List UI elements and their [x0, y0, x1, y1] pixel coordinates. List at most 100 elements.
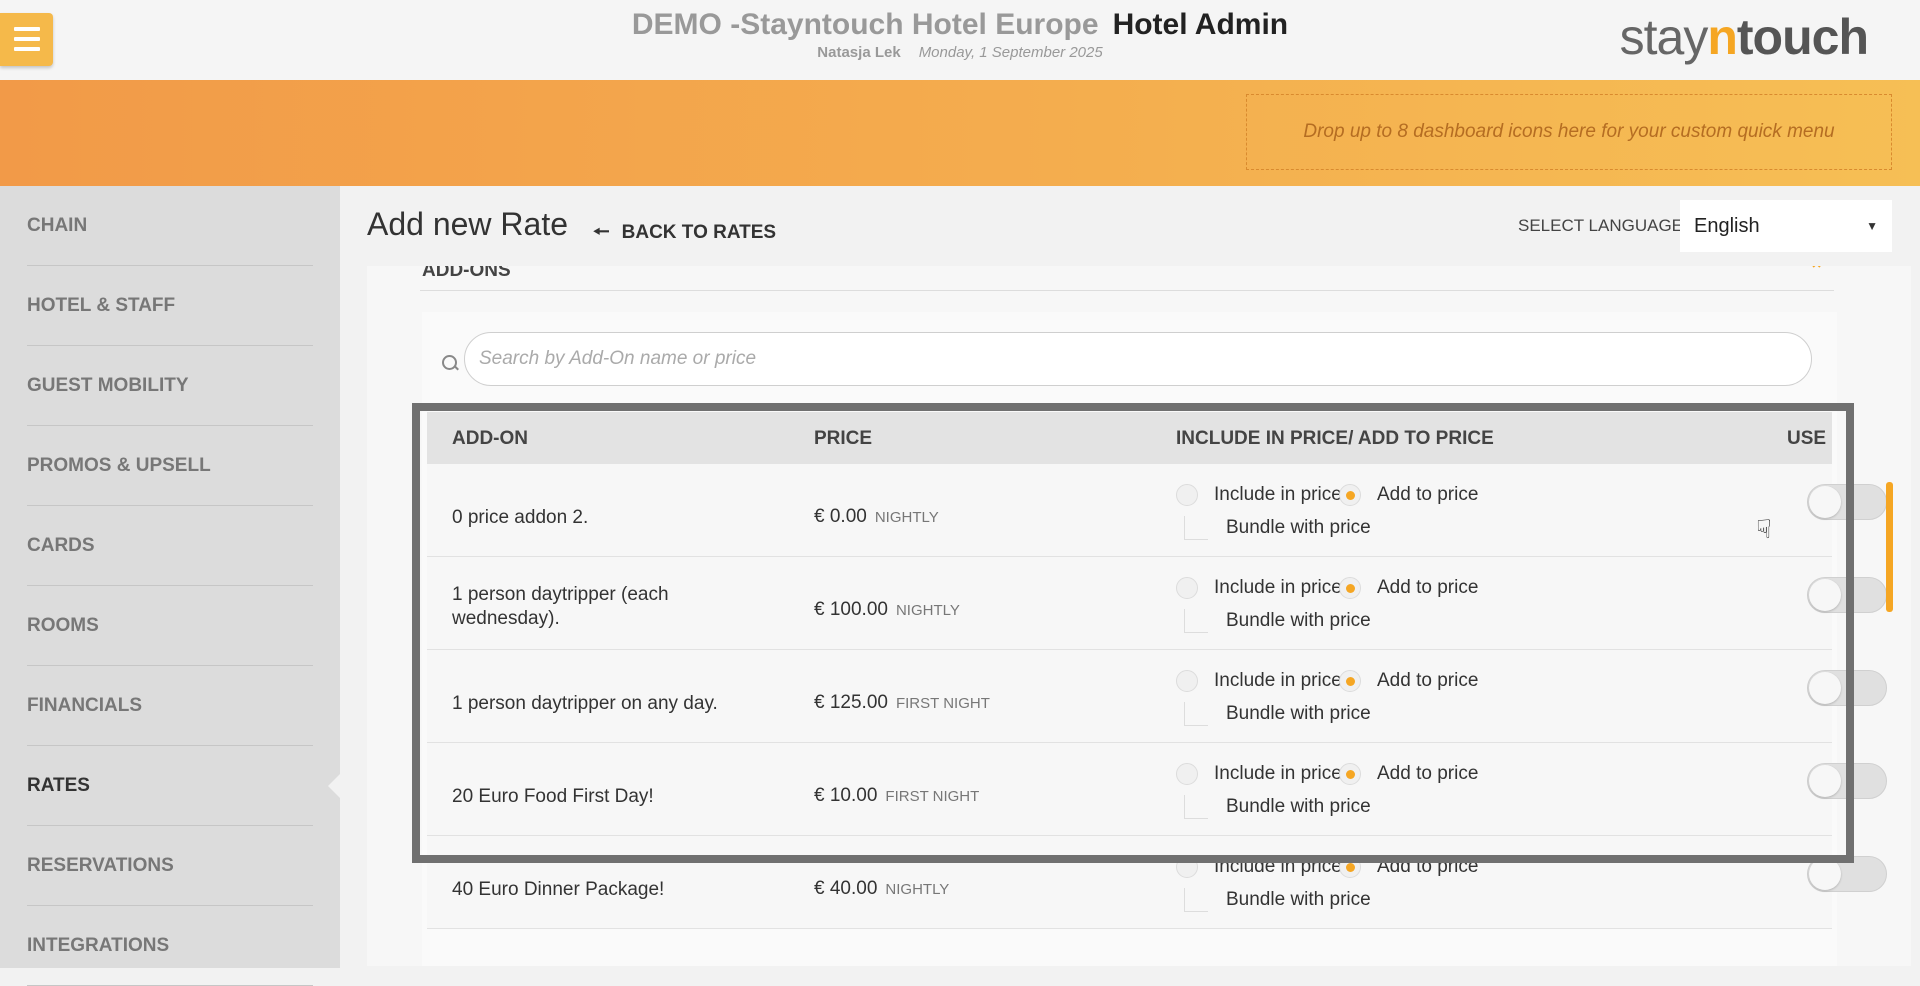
table-row: 40 Euro Dinner Package! € 40.00 NIGHTLY I…	[427, 836, 1887, 929]
addon-frequency: NIGHTLY	[895, 602, 960, 619]
bundle-with-price-checkbox[interactable]: Bundle with price	[1184, 609, 1371, 633]
scrollbar-thumb[interactable]	[1886, 482, 1893, 612]
checkbox-icon	[1184, 516, 1208, 540]
hotel-name: DEMO -Stayntouch Hotel Europe	[631, 8, 1099, 41]
use-toggle[interactable]	[1807, 484, 1887, 520]
column-header-include: INCLUDE IN PRICE/ ADD TO PRICE	[1176, 428, 1494, 449]
include-in-price-radio[interactable]: Include in price	[1176, 856, 1342, 878]
table-row: 0 price addon 2. € 0.00 NIGHTLY Include i…	[427, 464, 1887, 557]
sidebar-item-cards[interactable]: CARDS	[27, 506, 313, 586]
current-date: Monday, 1 September 2025	[918, 44, 1103, 61]
sidebar-item-chain[interactable]: CHAIN	[27, 186, 313, 266]
add-to-price-radio[interactable]: Add to price	[1339, 670, 1478, 692]
top-header: DEMO -Stayntouch Hotel Europe Hotel Admin…	[0, 0, 1920, 80]
toggle-knob	[1809, 765, 1841, 797]
addon-price: € 100.00 NIGHTLY	[814, 599, 960, 620]
add-to-price-radio[interactable]: Add to price	[1339, 577, 1478, 599]
sidebar-item-guest-mobility[interactable]: GUEST MOBILITY	[27, 346, 313, 426]
addon-price: € 125.00 FIRST NIGHT	[814, 692, 990, 713]
include-in-price-radio[interactable]: Include in price	[1176, 577, 1342, 599]
addon-name: 40 Euro Dinner Package!	[452, 879, 665, 900]
addon-name: 1 person daytripper on any day.	[452, 693, 718, 714]
include-in-price-radio[interactable]: Include in price	[1176, 670, 1342, 692]
bundle-with-price-checkbox[interactable]: Bundle with price	[1184, 516, 1371, 540]
radio-selected-icon	[1339, 856, 1361, 878]
quick-menu-dropzone[interactable]: Drop up to 8 dashboard icons here for yo…	[1246, 94, 1892, 170]
checkbox-icon	[1184, 888, 1208, 912]
addon-frequency: NIGHTLY	[874, 509, 939, 526]
arrow-left-icon: 🠔	[593, 222, 610, 243]
radio-icon	[1176, 577, 1198, 599]
sidebar-nav: CHAIN HOTEL & STAFF GUEST MOBILITY PROMO…	[0, 186, 340, 986]
radio-icon	[1176, 763, 1198, 785]
addon-price: € 0.00 NIGHTLY	[814, 506, 939, 527]
sidebar-item-financials[interactable]: FINANCIALS	[27, 666, 313, 746]
radio-selected-icon	[1339, 484, 1361, 506]
radio-icon	[1176, 670, 1198, 692]
include-in-price-radio[interactable]: Include in price	[1176, 484, 1342, 506]
radio-selected-icon	[1339, 577, 1361, 599]
add-to-price-radio[interactable]: Add to price	[1339, 763, 1478, 785]
toggle-knob	[1809, 579, 1841, 611]
sidebar-item-hotel-staff[interactable]: HOTEL & STAFF	[27, 266, 313, 346]
addon-price: € 40.00 NIGHTLY	[814, 878, 950, 899]
checkbox-icon	[1184, 702, 1208, 726]
stayntouch-logo: stayntouch	[1619, 9, 1869, 65]
language-select[interactable]: English ▼	[1680, 200, 1892, 252]
section-title-addons: ADD-ONS	[422, 266, 511, 281]
add-to-price-radio[interactable]: Add to price	[1339, 856, 1478, 878]
checkbox-icon	[1184, 609, 1208, 633]
use-toggle[interactable]	[1807, 763, 1887, 799]
table-row: 20 Euro Food First Day! € 10.00 FIRST NIG…	[427, 743, 1887, 836]
table-header: ADD-ON PRICE INCLUDE IN PRICE/ ADD TO PR…	[427, 412, 1832, 464]
column-header-price: PRICE	[814, 428, 873, 449]
back-to-rates-link[interactable]: 🠔 BACK TO RATES	[593, 218, 776, 250]
addon-frequency: FIRST NIGHT	[895, 695, 990, 712]
checkbox-icon	[1184, 795, 1208, 819]
main-content: Add new Rate 🠔 BACK TO RATES SELECT LANGU…	[340, 186, 1920, 968]
radio-selected-icon	[1339, 763, 1361, 785]
sidebar-item-integrations[interactable]: INTEGRATIONS	[27, 906, 313, 986]
app-name: Hotel Admin	[1112, 8, 1289, 41]
use-toggle[interactable]	[1807, 577, 1887, 613]
chevron-down-icon: ▼	[1866, 219, 1878, 233]
use-toggle[interactable]	[1807, 856, 1887, 892]
bundle-with-price-checkbox[interactable]: Bundle with price	[1184, 702, 1371, 726]
radio-selected-icon	[1339, 670, 1361, 692]
sidebar-item-promos-upsell[interactable]: PROMOS & UPSELL	[27, 426, 313, 506]
use-toggle[interactable]	[1807, 670, 1887, 706]
addon-price: € 10.00 FIRST NIGHT	[814, 785, 980, 806]
active-item-pointer	[328, 774, 340, 798]
include-in-price-radio[interactable]: Include in price	[1176, 763, 1342, 785]
page-title: Add new Rate	[367, 206, 569, 242]
add-to-price-radio[interactable]: Add to price	[1339, 484, 1478, 506]
column-header-addon: ADD-ON	[452, 428, 528, 449]
addon-search-input[interactable]	[464, 332, 1812, 386]
addon-frequency: FIRST NIGHT	[885, 788, 980, 805]
sidebar-item-reservations[interactable]: RESERVATIONS	[27, 826, 313, 906]
bundle-with-price-checkbox[interactable]: Bundle with price	[1184, 888, 1371, 912]
table-row: 1 person daytripper (each wednesday). € …	[427, 557, 1887, 650]
toggle-knob	[1809, 672, 1841, 704]
column-header-use: USE	[1787, 428, 1827, 449]
divider	[420, 290, 1834, 291]
user-name: Natasja Lek	[817, 44, 901, 61]
table-row: 1 person daytripper on any day. € 125.00…	[427, 650, 1887, 743]
addons-table: ADD-ON PRICE INCLUDE IN PRICE/ ADD TO PR…	[422, 312, 1887, 966]
language-label: SELECT LANGUAGE	[1518, 216, 1684, 235]
addon-name: 20 Euro Food First Day!	[452, 786, 654, 807]
toggle-knob	[1809, 486, 1841, 518]
addon-frequency: NIGHTLY	[885, 881, 950, 898]
addon-name: 1 person daytripper (each wednesday).	[452, 584, 669, 629]
toggle-knob	[1809, 858, 1841, 890]
bundle-with-price-checkbox[interactable]: Bundle with price	[1184, 795, 1371, 819]
radio-icon	[1176, 484, 1198, 506]
radio-icon	[1176, 856, 1198, 878]
sidebar-item-rates[interactable]: RATES	[27, 746, 313, 826]
addon-name: 0 price addon 2.	[452, 507, 589, 528]
sidebar-item-rooms[interactable]: ROOMS	[27, 586, 313, 666]
language-value: English	[1694, 214, 1760, 237]
search-icon	[442, 355, 457, 370]
orange-banner: Drop up to 8 dashboard icons here for yo…	[0, 80, 1920, 186]
collapse-chevron-icon[interactable]: ⌃	[1809, 266, 1824, 281]
